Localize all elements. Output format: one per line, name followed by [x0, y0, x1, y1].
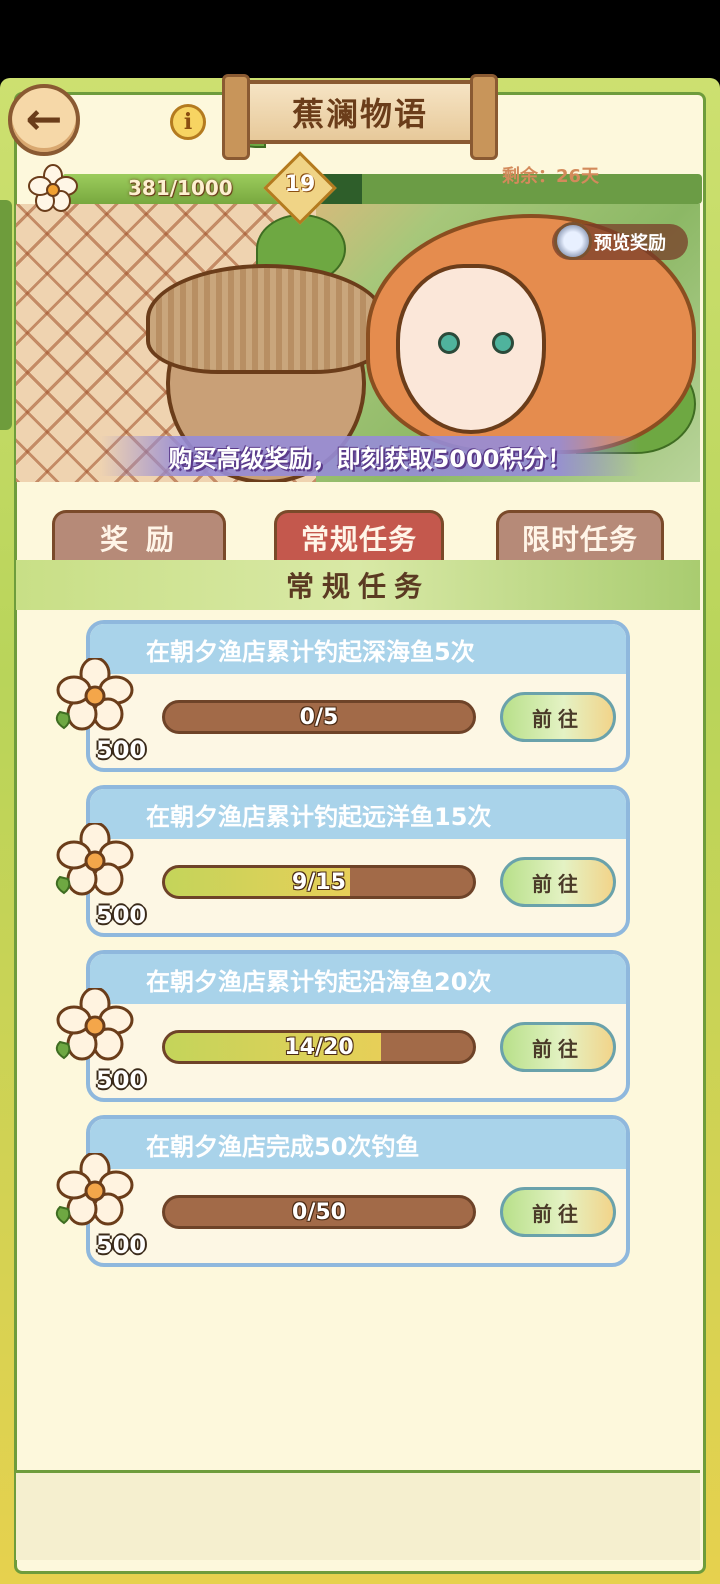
- flower-icon: [28, 164, 78, 212]
- task-progress-text: 0/5: [299, 704, 339, 730]
- task-progress-text: 0/50: [292, 1199, 346, 1225]
- task-card: 在朝夕渔店完成50次钓鱼 0/50 前往: [86, 1115, 630, 1267]
- flower-icon: [55, 1153, 134, 1226]
- task-title: 在朝夕渔店累计钓起沿海鱼20次: [90, 954, 626, 1004]
- girl-character: [396, 264, 546, 434]
- level-number: 19: [284, 172, 316, 197]
- task-progress-text: 14/20: [284, 1034, 354, 1060]
- go-button[interactable]: 前往: [500, 692, 616, 742]
- flower-icon: [55, 988, 134, 1061]
- section-title: 常规任务: [16, 560, 700, 610]
- tab-regular-tasks-label: 常规任务: [300, 522, 417, 556]
- task-progress-bar: 9/15: [162, 865, 476, 899]
- task-card: 在朝夕渔店累计钓起远洋鱼15次 9/15 前往: [86, 785, 630, 937]
- preview-rewards-label: 预览奖励: [594, 233, 666, 254]
- magnifier-icon: [554, 222, 592, 260]
- tab-limited-tasks-label: 限时任务: [521, 522, 638, 556]
- task-card: 在朝夕渔店累计钓起深海鱼5次 0/5 前往: [86, 620, 630, 772]
- tab-rewards[interactable]: 奖 励: [52, 510, 226, 562]
- reward-amount: 500: [96, 1231, 147, 1259]
- task-card: 在朝夕渔店累计钓起沿海鱼20次 14/20 前往: [86, 950, 630, 1102]
- tab-regular-tasks[interactable]: 常规任务: [274, 510, 444, 562]
- task-title: 在朝夕渔店累计钓起深海鱼5次: [90, 624, 626, 674]
- back-arrow-icon: ←: [25, 94, 63, 145]
- task-progress-text: 9/15: [292, 869, 346, 895]
- eye: [492, 332, 514, 354]
- flower-icon: [55, 823, 134, 896]
- task-progress-bar: 0/5: [162, 700, 476, 734]
- tab-limited-tasks[interactable]: 限时任务: [496, 510, 664, 562]
- page-title: 蕉澜物语: [222, 74, 498, 160]
- go-button-label: 前往: [532, 871, 584, 896]
- task-progress-bar: 14/20: [162, 1030, 476, 1064]
- go-button[interactable]: 前往: [500, 857, 616, 907]
- remaining-days: 剩余：26天: [502, 166, 600, 187]
- back-button[interactable]: ←: [8, 84, 80, 156]
- go-button-label: 前往: [532, 1036, 584, 1061]
- reward-amount: 500: [96, 1066, 147, 1094]
- flower-icon: [55, 658, 134, 731]
- go-button-label: 前往: [532, 1201, 584, 1226]
- info-icon[interactable]: i: [170, 104, 206, 140]
- reward-amount: 500: [96, 736, 147, 764]
- go-button-label: 前往: [532, 706, 584, 731]
- eye: [438, 332, 460, 354]
- bottom-bar: [16, 1470, 700, 1560]
- side-handle: [0, 200, 12, 430]
- straw-hat: [146, 264, 386, 374]
- go-button[interactable]: 前往: [500, 1187, 616, 1237]
- reward-amount: 500: [96, 901, 147, 929]
- tab-rewards-label: 奖 励: [100, 522, 178, 556]
- promo-banner[interactable]: 购买高级奖励，即刻获取5000积分！: [100, 436, 640, 476]
- task-title: 在朝夕渔店累计钓起远洋鱼15次: [90, 789, 626, 839]
- promo-text: 购买高级奖励，即刻获取5000积分！: [168, 444, 572, 473]
- task-title: 在朝夕渔店完成50次钓鱼: [90, 1119, 626, 1169]
- season-progress-text: 381/1000: [128, 176, 233, 200]
- go-button[interactable]: 前往: [500, 1022, 616, 1072]
- task-progress-bar: 0/50: [162, 1195, 476, 1229]
